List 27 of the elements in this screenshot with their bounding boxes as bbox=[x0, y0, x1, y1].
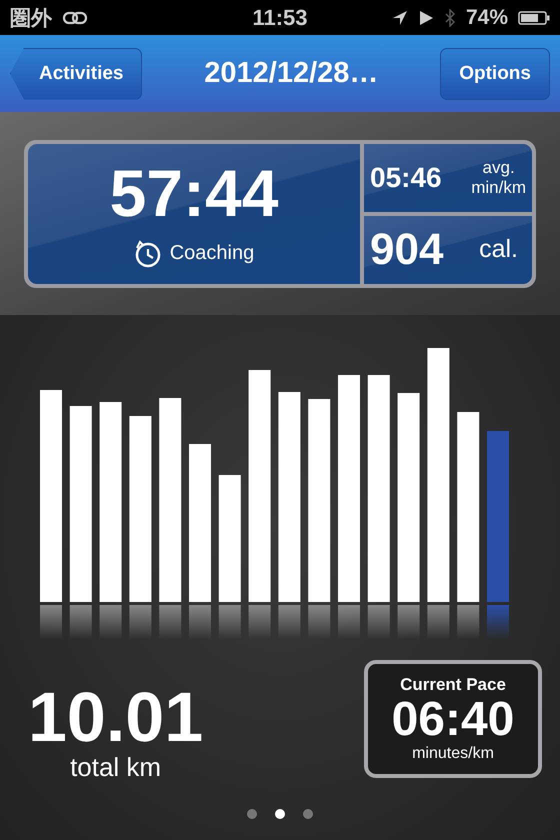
avg-pace-text: 05:46 bbox=[370, 162, 442, 194]
link-icon bbox=[62, 10, 88, 26]
coaching-label: Coaching bbox=[170, 242, 254, 265]
calories-text: 904 bbox=[370, 224, 444, 274]
current-pace-unit: minutes/km bbox=[412, 745, 494, 764]
duration-text: 57:44 bbox=[110, 160, 278, 226]
battery-icon bbox=[518, 10, 550, 26]
avg-label: avg. bbox=[482, 158, 515, 178]
page-dot[interactable] bbox=[275, 809, 285, 819]
distance-text: 10.01 bbox=[28, 682, 204, 752]
current-pace-text: 06:40 bbox=[392, 694, 514, 746]
battery-text: 74% bbox=[466, 6, 508, 30]
page-dot[interactable] bbox=[247, 809, 257, 819]
back-button[interactable]: Activities bbox=[10, 48, 142, 100]
calories-unit: cal. bbox=[479, 235, 518, 264]
current-pace-title: Current Pace bbox=[400, 674, 506, 695]
page-dot[interactable] bbox=[303, 809, 313, 819]
page-title: 2012/12/28… bbox=[204, 57, 378, 90]
play-icon bbox=[418, 10, 434, 26]
clock-text: 11:53 bbox=[252, 4, 308, 30]
bluetooth-icon bbox=[444, 8, 456, 26]
carrier-text: 圏外 bbox=[10, 6, 52, 32]
pace-unit-label: min/km bbox=[471, 178, 526, 198]
distance-label: total km bbox=[70, 752, 162, 783]
options-button[interactable]: Options bbox=[440, 48, 550, 100]
alarm-clock-icon bbox=[134, 240, 162, 268]
location-icon bbox=[392, 10, 408, 26]
